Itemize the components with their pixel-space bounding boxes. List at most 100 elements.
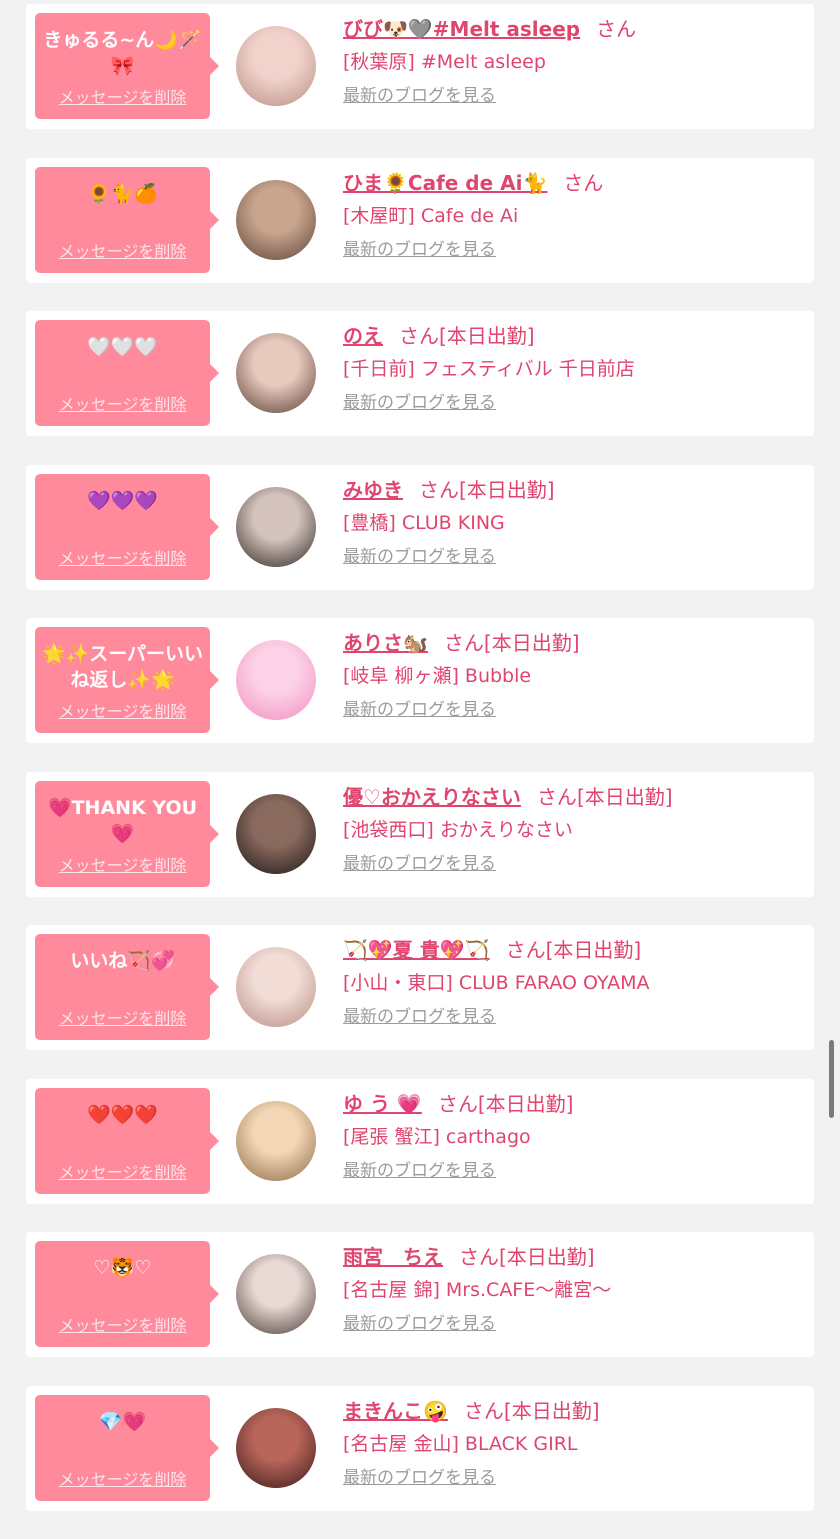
latest-blog-link[interactable]: 最新のブログを見る — [343, 852, 496, 876]
name-line: 優♡おかえりなさい さん[本日出勤] — [343, 782, 804, 812]
avatar[interactable] — [236, 640, 316, 720]
avatar[interactable] — [236, 1100, 316, 1181]
profile-info: 雨宮 ちえ さん[本日出勤] [名古屋 錦] Mrs.CAFE〜離宮〜 最新のブロ… — [343, 1242, 804, 1336]
shop-name: [千日前] フェスティバル 千日前店 — [343, 358, 635, 380]
shop-name: [池袋西口] おかえりなさい — [343, 818, 573, 841]
shop-name: [豊橋] CLUB KING — [343, 511, 505, 534]
profile-name-link[interactable]: びび🐶🩶#Melt asleep — [343, 17, 580, 41]
delete-message-link[interactable]: メッセージを削除 — [35, 1312, 210, 1336]
latest-blog-link[interactable]: 最新のブログを見る — [343, 1466, 496, 1490]
profile-name-link[interactable]: のえ — [343, 324, 383, 348]
shop-name: [名古屋 金山] BLACK GIRL — [343, 1432, 578, 1455]
profile-info: のえ さん[本日出勤] [千日前] フェスティバル 千日前店 最新のブログを見る — [343, 321, 804, 415]
name-line: みゆき さん[本日出勤] — [343, 475, 804, 505]
honorific: さん — [443, 631, 484, 655]
message-bubble: 🌻🐈🍊 メッセージを削除 — [35, 166, 219, 273]
status-badge: [本日出勤] — [483, 631, 580, 655]
honorific: さん — [463, 1398, 504, 1423]
latest-blog-link[interactable]: 最新のブログを見る — [343, 698, 496, 722]
shop-name: [尾張 蟹江] carthago — [343, 1125, 531, 1148]
shop-name: [木屋町] Cafe de Ai — [343, 204, 519, 227]
delete-message-link[interactable]: メッセージを削除 — [35, 1005, 210, 1029]
name-line: まきんこ🤪 さん[本日出勤] — [343, 1396, 804, 1426]
avatar[interactable] — [236, 1254, 316, 1334]
delete-message-link[interactable]: メッセージを削除 — [35, 391, 210, 415]
latest-blog-link[interactable]: 最新のブログを見る — [343, 545, 496, 569]
latest-blog-link[interactable]: 最新のブログを見る — [343, 1312, 496, 1336]
shop-name: [岐阜 柳ヶ瀬] Bubble — [343, 665, 532, 687]
list-item: きゅるる~ん🌙🪄🎀 メッセージを削除 びび🐶🩶#Melt asleep さん [秋… — [26, 4, 814, 129]
profile-info: 🏹💖夏 貴💖🏹 さん[本日出勤] [小山・東口] CLUB FARAO OYAMA… — [343, 935, 804, 1029]
list-item: 💜💜💜 メッセージを削除 みゆき さん[本日出勤] [豊橋] CLUB KING … — [26, 464, 814, 590]
delete-message-link[interactable]: メッセージを削除 — [35, 1159, 210, 1183]
delete-message-link[interactable]: メッセージを削除 — [35, 545, 210, 569]
message-bubble: ♡🐯♡ メッセージを削除 — [35, 1241, 219, 1347]
profile-name-link[interactable]: みゆき — [343, 478, 403, 502]
avatar[interactable] — [236, 486, 316, 567]
profile-name-link[interactable]: 雨宮 ちえ — [343, 1245, 443, 1269]
list-item: 💗THANK YOU💗 メッセージを削除 優♡おかえりなさい さん[本日出勤] [… — [26, 771, 814, 897]
profile-name-link[interactable]: 🏹💖夏 貴💖🏹 — [343, 938, 490, 962]
avatar[interactable] — [236, 793, 316, 874]
list-item: 🌟✨スーパーいいね返し✨🌟 メッセージを削除 ありさ🐿️ さん[本日出勤] [岐阜… — [26, 618, 814, 743]
message-text: きゅるる~ん🌙🪄🎀 — [43, 29, 202, 77]
avatar[interactable] — [236, 333, 316, 413]
shop-name: [名古屋 錦] Mrs.CAFE〜離宮〜 — [343, 1279, 612, 1301]
avatar[interactable] — [236, 1407, 316, 1488]
profile-name-link[interactable]: ありさ🐿️ — [343, 631, 428, 655]
honorific: さん — [437, 1091, 478, 1116]
honorific: さん — [419, 477, 459, 502]
name-line: ひま🌻Cafe de Ai🐈 さん — [343, 168, 804, 198]
delete-message-link[interactable]: メッセージを削除 — [35, 852, 210, 876]
profile-name-link[interactable]: ひま🌻Cafe de Ai🐈 — [343, 171, 547, 195]
message-text: ❤️❤️❤️ — [87, 1103, 158, 1126]
delete-message-link[interactable]: メッセージを削除 — [35, 1466, 210, 1490]
message-text: いいね🏹💞 — [70, 950, 175, 972]
name-line: 🏹💖夏 貴💖🏹 さん[本日出勤] — [343, 935, 804, 965]
message-text: 💎💗 — [98, 1410, 147, 1433]
honorific: さん — [505, 938, 546, 962]
message-bubble: 💗THANK YOU💗 メッセージを削除 — [35, 780, 219, 887]
profile-name-link[interactable]: ゆ う 💗 — [343, 1092, 422, 1116]
name-line: びび🐶🩶#Melt asleep さん — [343, 14, 804, 44]
latest-blog-link[interactable]: 最新のブログを見る — [343, 238, 496, 262]
profile-info: ひま🌻Cafe de Ai🐈 さん [木屋町] Cafe de Ai 最新のブログ… — [343, 168, 804, 262]
delete-message-link[interactable]: メッセージを削除 — [35, 84, 210, 108]
profile-info: ありさ🐿️ さん[本日出勤] [岐阜 柳ヶ瀬] Bubble 最新のブログを見る — [343, 628, 804, 722]
name-line: ゆ う 💗 さん[本日出勤] — [343, 1089, 804, 1119]
profile-info: びび🐶🩶#Melt asleep さん [秋葉原] #Melt asleep 最新… — [343, 14, 804, 108]
avatar[interactable] — [236, 947, 316, 1027]
scrollbar[interactable] — [829, 1040, 834, 1118]
message-text: 🤍🤍🤍 — [87, 336, 158, 358]
list-item: ♡🐯♡ メッセージを削除 雨宮 ちえ さん[本日出勤] [名古屋 錦] Mrs.C… — [26, 1232, 814, 1357]
message-text: 🌟✨スーパーいいね返し✨🌟 — [41, 643, 204, 691]
latest-blog-link[interactable]: 最新のブログを見る — [343, 1159, 496, 1183]
avatar[interactable] — [236, 26, 316, 106]
message-bubble: いいね🏹💞 メッセージを削除 — [35, 934, 219, 1040]
honorific: さん — [399, 324, 439, 348]
status-badge: [本日出勤] — [545, 938, 642, 962]
message-bubble: 🌟✨スーパーいいね返し✨🌟 メッセージを削除 — [35, 627, 219, 733]
profile-info: まきんこ🤪 さん[本日出勤] [名古屋 金山] BLACK GIRL 最新のブログ… — [343, 1396, 804, 1490]
list-item: 🌻🐈🍊 メッセージを削除 ひま🌻Cafe de Ai🐈 さん [木屋町] Cafe… — [26, 157, 814, 283]
list-item: いいね🏹💞 メッセージを削除 🏹💖夏 貴💖🏹 さん[本日出勤] [小山・東口] C… — [26, 925, 814, 1050]
delete-message-link[interactable]: メッセージを削除 — [35, 698, 210, 722]
delete-message-link[interactable]: メッセージを削除 — [35, 238, 210, 262]
latest-blog-link[interactable]: 最新のブログを見る — [343, 84, 496, 108]
message-text: 💜💜💜 — [87, 489, 158, 512]
latest-blog-link[interactable]: 最新のブログを見る — [343, 391, 496, 415]
honorific: さん — [596, 17, 637, 41]
status-badge: [本日出勤] — [439, 324, 535, 348]
list-item: ❤️❤️❤️ メッセージを削除 ゆ う 💗 さん[本日出勤] [尾張 蟹江] ca… — [26, 1078, 814, 1204]
status-badge: [本日出勤] — [503, 1398, 600, 1423]
profile-name-link[interactable]: まきんこ🤪 — [343, 1399, 448, 1423]
message-bubble: ❤️❤️❤️ メッセージを削除 — [35, 1087, 219, 1194]
message-bubble: 🤍🤍🤍 メッセージを削除 — [35, 320, 219, 426]
shop-name: [秋葉原] #Melt asleep — [343, 51, 546, 73]
profile-name-link[interactable]: 優♡おかえりなさい — [343, 785, 521, 809]
status-badge: [本日出勤] — [499, 1245, 595, 1269]
avatar[interactable] — [236, 179, 316, 260]
status-badge: [本日出勤] — [459, 477, 555, 502]
latest-blog-link[interactable]: 最新のブログを見る — [343, 1005, 496, 1029]
name-line: 雨宮 ちえ さん[本日出勤] — [343, 1242, 804, 1272]
